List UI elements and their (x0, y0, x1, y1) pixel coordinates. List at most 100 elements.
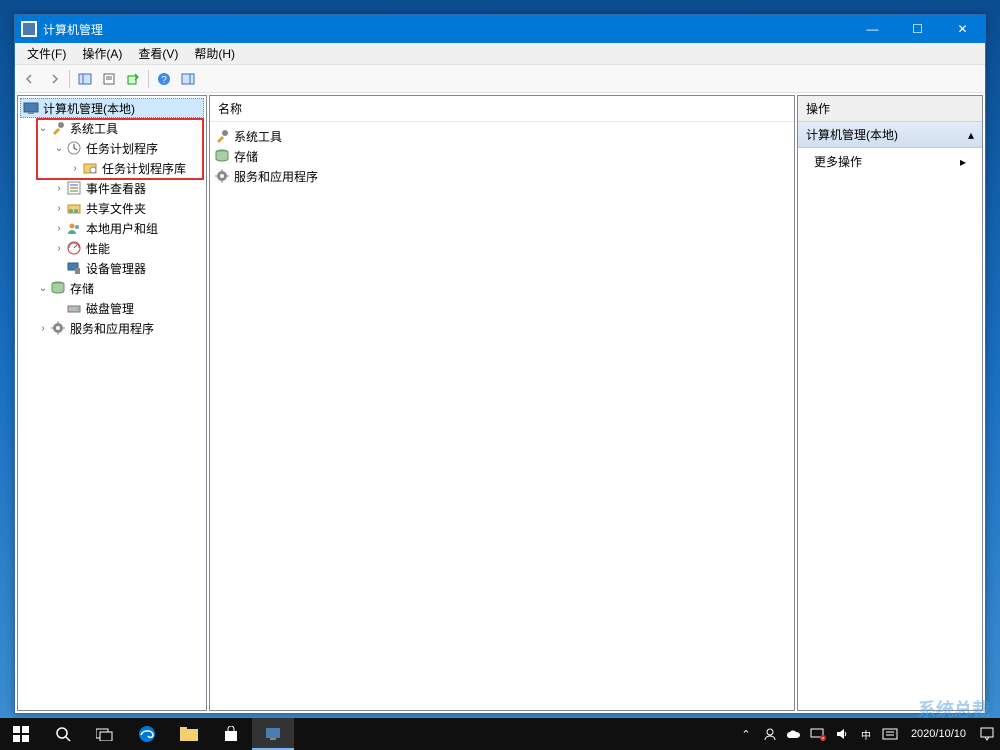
list-item[interactable]: 服务和应用程序 (214, 166, 790, 186)
expander-icon[interactable]: › (52, 243, 66, 254)
computer-icon (23, 100, 39, 116)
collapse-icon: ▴ (968, 128, 974, 142)
ime-icon[interactable]: 中 (857, 727, 875, 742)
tree-label: 共享文件夹 (86, 200, 146, 217)
tree-shared-folders[interactable]: › 共享文件夹 (20, 198, 204, 218)
show-hide-button[interactable] (74, 68, 96, 90)
export-button[interactable] (122, 68, 144, 90)
list-item-label: 系统工具 (234, 128, 282, 145)
tree-label: 计算机管理(本地) (43, 100, 135, 117)
tray-chevron-icon[interactable]: ⌃ (737, 728, 755, 741)
maximize-button[interactable]: ☐ (895, 15, 940, 43)
tree-local-users-groups[interactable]: › 本地用户和组 (20, 218, 204, 238)
svg-text:?: ? (161, 75, 167, 86)
store-button[interactable] (210, 718, 252, 750)
action-center-icon[interactable] (978, 727, 996, 741)
close-button[interactable]: ✕ (940, 15, 985, 43)
storage-icon (214, 148, 230, 164)
actions-header: 操作 (798, 96, 982, 122)
svg-text:×: × (821, 736, 824, 741)
list-item-label: 服务和应用程序 (234, 168, 318, 185)
performance-icon (66, 240, 82, 256)
tools-icon (50, 120, 66, 136)
expander-icon[interactable]: ⌄ (36, 283, 50, 294)
clock-icon (66, 140, 82, 156)
toolbar-separator (69, 70, 70, 88)
tree-services-applications[interactable]: › 服务和应用程序 (20, 318, 204, 338)
tree-label: 事件查看器 (86, 180, 146, 197)
app-icon (21, 21, 37, 37)
menu-help[interactable]: 帮助(H) (186, 43, 243, 64)
computer-management-task-button[interactable] (252, 718, 294, 750)
task-view-button[interactable] (84, 718, 126, 750)
back-button[interactable] (19, 68, 41, 90)
tools-icon (214, 128, 230, 144)
network-error-icon[interactable]: × (809, 727, 827, 741)
tree-label: 存储 (70, 280, 94, 297)
tree-label: 性能 (86, 240, 110, 257)
expander-icon[interactable]: ⌄ (36, 123, 50, 134)
menu-bar: 文件(F) 操作(A) 查看(V) 帮助(H) (15, 43, 985, 65)
tree-performance[interactable]: › 性能 (20, 238, 204, 258)
expander-icon[interactable]: ⌄ (52, 143, 66, 154)
services-icon (214, 168, 230, 184)
expander-icon[interactable]: › (52, 183, 66, 194)
tree-storage[interactable]: ⌄ 存储 (20, 278, 204, 298)
shared-folders-icon (66, 200, 82, 216)
tree-label: 任务计划程序 (86, 140, 158, 157)
library-icon (82, 160, 98, 176)
column-header-name[interactable]: 名称 (210, 96, 794, 122)
tree-task-scheduler-library[interactable]: › 任务计划程序库 (20, 158, 204, 178)
taskbar-datetime[interactable]: 2020/10/10 (905, 728, 972, 740)
edge-browser-button[interactable] (126, 718, 168, 750)
list-item-label: 存储 (234, 148, 258, 165)
menu-file[interactable]: 文件(F) (19, 43, 74, 64)
main-list[interactable]: 系统工具 存储 服务和应用程序 (210, 122, 794, 190)
disk-icon (66, 300, 82, 316)
tree-panel[interactable]: 计算机管理(本地) ⌄ 系统工具 ⌄ 任务计划程序 › 任务计划程序库 (17, 95, 207, 711)
action-more-actions[interactable]: 更多操作 ▸ (798, 148, 982, 175)
onedrive-icon[interactable] (785, 728, 803, 740)
actions-section-label: 计算机管理(本地) (806, 126, 898, 143)
show-actions-button[interactable] (177, 68, 199, 90)
expander-icon[interactable]: › (52, 203, 66, 214)
main-panel: 名称 系统工具 存储 服务和应用程序 (209, 95, 795, 711)
tree-device-manager[interactable]: › 设备管理器 (20, 258, 204, 278)
actions-section-title[interactable]: 计算机管理(本地) ▴ (798, 122, 982, 148)
list-item[interactable]: 存储 (214, 146, 790, 166)
help-button[interactable]: ? (153, 68, 175, 90)
tree-label: 任务计划程序库 (102, 160, 186, 177)
device-manager-icon (66, 260, 82, 276)
file-explorer-button[interactable] (168, 718, 210, 750)
windows-taskbar[interactable]: ⌃ × 中 2020/10/10 (0, 718, 1000, 750)
toolbar-separator (148, 70, 149, 88)
volume-icon[interactable] (833, 727, 851, 741)
start-button[interactable] (0, 718, 42, 750)
menu-action[interactable]: 操作(A) (74, 43, 130, 64)
event-viewer-icon (66, 180, 82, 196)
expander-icon[interactable]: › (36, 323, 50, 334)
expander-icon[interactable]: › (52, 223, 66, 234)
expander-icon[interactable]: › (68, 163, 82, 174)
tree-label: 设备管理器 (86, 260, 146, 277)
users-icon (66, 220, 82, 236)
system-tray[interactable]: ⌃ × 中 2020/10/10 (737, 727, 1000, 742)
properties-button[interactable] (98, 68, 120, 90)
tree-system-tools[interactable]: ⌄ 系统工具 (20, 118, 204, 138)
tree-task-scheduler[interactable]: ⌄ 任务计划程序 (20, 138, 204, 158)
tree-root[interactable]: 计算机管理(本地) (20, 98, 204, 118)
computer-management-window: 计算机管理 — ☐ ✕ 文件(F) 操作(A) 查看(V) 帮助(H) ? 计算… (14, 14, 986, 714)
title-bar[interactable]: 计算机管理 — ☐ ✕ (15, 15, 985, 43)
people-icon[interactable] (761, 727, 779, 741)
tree-event-viewer[interactable]: › 事件查看器 (20, 178, 204, 198)
tree-label: 系统工具 (70, 120, 118, 137)
search-button[interactable] (42, 718, 84, 750)
tree-label: 磁盘管理 (86, 300, 134, 317)
tree-disk-management[interactable]: › 磁盘管理 (20, 298, 204, 318)
list-item[interactable]: 系统工具 (214, 126, 790, 146)
chevron-right-icon: ▸ (960, 155, 966, 169)
forward-button[interactable] (43, 68, 65, 90)
menu-view[interactable]: 查看(V) (130, 43, 186, 64)
keyboard-icon[interactable] (881, 728, 899, 740)
minimize-button[interactable]: — (850, 15, 895, 43)
